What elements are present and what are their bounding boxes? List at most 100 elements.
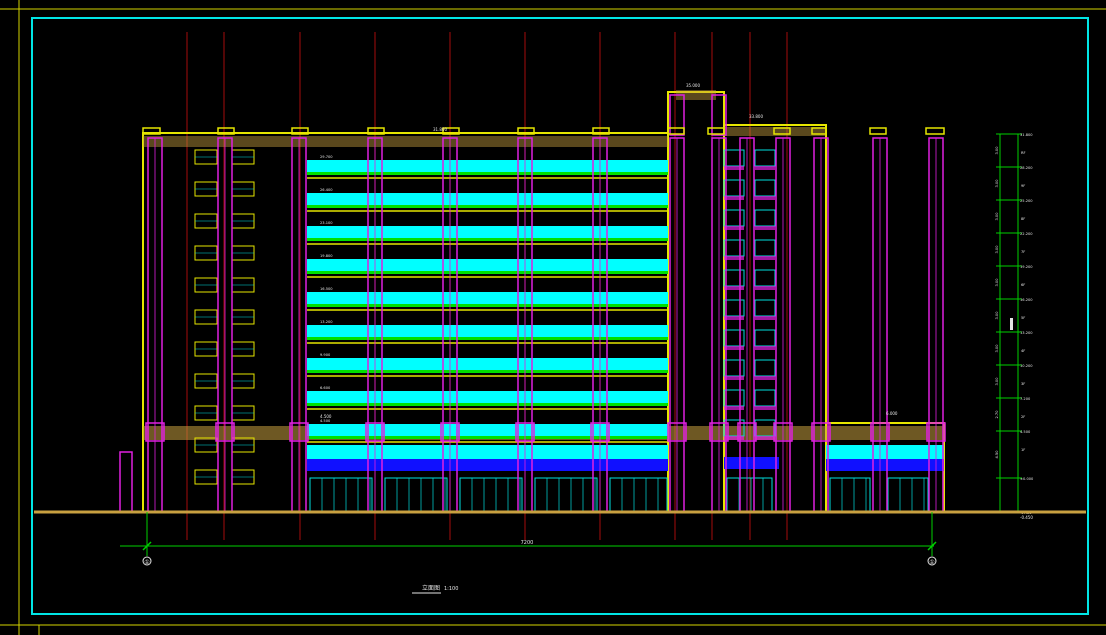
window	[754, 269, 776, 287]
balcony-glass-band	[307, 193, 668, 205]
window-sill	[724, 436, 744, 440]
window	[754, 329, 776, 347]
level-segment: 3.00	[995, 245, 999, 254]
level-value: 31.800	[1020, 133, 1033, 137]
balcony-rail	[307, 238, 668, 241]
floor-elevation-label: 19.800	[320, 254, 333, 258]
window	[754, 299, 776, 317]
level-floor: 4F	[1021, 349, 1025, 353]
storefront	[887, 477, 929, 512]
level-segment: 3.00	[995, 311, 999, 320]
window-sill	[755, 196, 775, 200]
level-scale: 31.800 RF 28.200 9F 25.200 8F 22.200 7F 19.200 6F…	[995, 133, 1034, 515]
window-sill	[755, 406, 775, 410]
floor-elevation-label: 23.100	[320, 221, 333, 225]
level-segment: 3.00	[995, 344, 999, 353]
window	[723, 209, 745, 227]
balcony-rail	[307, 403, 668, 406]
level-value: 28.200	[1020, 166, 1033, 170]
overall-dimension: 7200	[120, 512, 937, 556]
entrance-canopy	[119, 451, 133, 513]
podium-glass-upper	[307, 445, 668, 459]
tower-pilaster-top	[669, 94, 685, 136]
balcony-rail	[307, 370, 668, 373]
window	[723, 269, 745, 287]
ground-elevation: -0.450	[1020, 515, 1033, 520]
level-floor: 2F	[1021, 415, 1025, 419]
level-marker	[1010, 318, 1013, 330]
parapet-cap	[869, 127, 887, 135]
window	[723, 299, 745, 317]
window	[754, 359, 776, 377]
level-value: 4.500	[1020, 430, 1031, 434]
balcony-glass-band	[307, 325, 668, 337]
podium-glass-blue	[307, 459, 668, 471]
annex-glass-upper	[826, 445, 944, 459]
window	[754, 149, 776, 167]
balcony-rail	[307, 337, 668, 340]
level-segment: 3.00	[995, 146, 999, 155]
level-floor: 8F	[1021, 217, 1025, 221]
level-segment: 3.00	[995, 377, 999, 386]
svg-text:①: ①	[929, 559, 934, 566]
balcony-rail	[307, 271, 668, 274]
window-sill	[755, 166, 775, 170]
level-segment: 3.00	[995, 179, 999, 188]
window	[723, 239, 745, 257]
window-sill	[755, 256, 775, 260]
level-segment: 3.00	[995, 212, 999, 221]
level-segment: 2.70	[995, 410, 999, 419]
window	[723, 359, 745, 377]
level-floor: 7F	[1021, 250, 1025, 254]
window	[723, 389, 745, 407]
window-sill	[755, 376, 775, 380]
window-sill	[755, 316, 775, 320]
window	[754, 239, 776, 257]
window-sill	[724, 286, 744, 290]
window-sill	[724, 346, 744, 350]
floor-elevation-label: 13.200	[320, 320, 333, 324]
window-sill	[724, 226, 744, 230]
roof-elevation-tower: 35.000	[686, 83, 700, 88]
storefront	[829, 477, 871, 512]
window-sill	[724, 316, 744, 320]
level-value: 19.200	[1020, 265, 1033, 269]
window-sill	[755, 226, 775, 230]
floor-elevation-label: 6.600	[320, 386, 331, 390]
podium-elevation: 4.500	[320, 414, 332, 419]
window-sill	[755, 346, 775, 350]
level-value: 16.200	[1020, 298, 1033, 302]
svg-text:①: ①	[144, 559, 149, 566]
overall-dimension-text: 7200	[521, 540, 534, 546]
window-sill	[724, 256, 744, 260]
parapet-cap	[707, 127, 725, 135]
balcony-rail	[307, 172, 668, 175]
annex-roof-elevation: 6.000	[886, 411, 898, 416]
level-floor: 9F	[1021, 184, 1025, 188]
building-elevation: 29.700 26.400 23.100 19.800 16.500 13.200 9.90…	[119, 90, 946, 513]
balcony-glass-band	[307, 160, 668, 172]
window	[754, 179, 776, 197]
axis-bubble-right: ①	[927, 556, 937, 566]
window-sill	[755, 436, 775, 440]
level-value: 13.200	[1020, 331, 1033, 335]
window	[723, 329, 745, 347]
window-sill	[724, 166, 744, 170]
floor-elevation-label: 29.700	[320, 155, 333, 159]
parapet-cap	[925, 127, 945, 135]
balcony-glass-band	[307, 292, 668, 304]
balcony-glass-band	[307, 259, 668, 271]
sheet-border-outer	[0, 0, 1106, 635]
window	[723, 149, 745, 167]
window-sill	[724, 406, 744, 410]
window	[754, 209, 776, 227]
window-sill	[724, 196, 744, 200]
level-value: ±0.000	[1020, 477, 1034, 481]
roof-elevation-main: 31.800	[433, 127, 447, 132]
window	[723, 179, 745, 197]
balcony-rail	[307, 304, 668, 307]
level-floor: 5F	[1021, 316, 1025, 320]
balcony-glass-band	[307, 424, 668, 436]
axis-bubble-left: ①	[142, 556, 152, 566]
drawing-title: 立面图	[422, 584, 440, 592]
